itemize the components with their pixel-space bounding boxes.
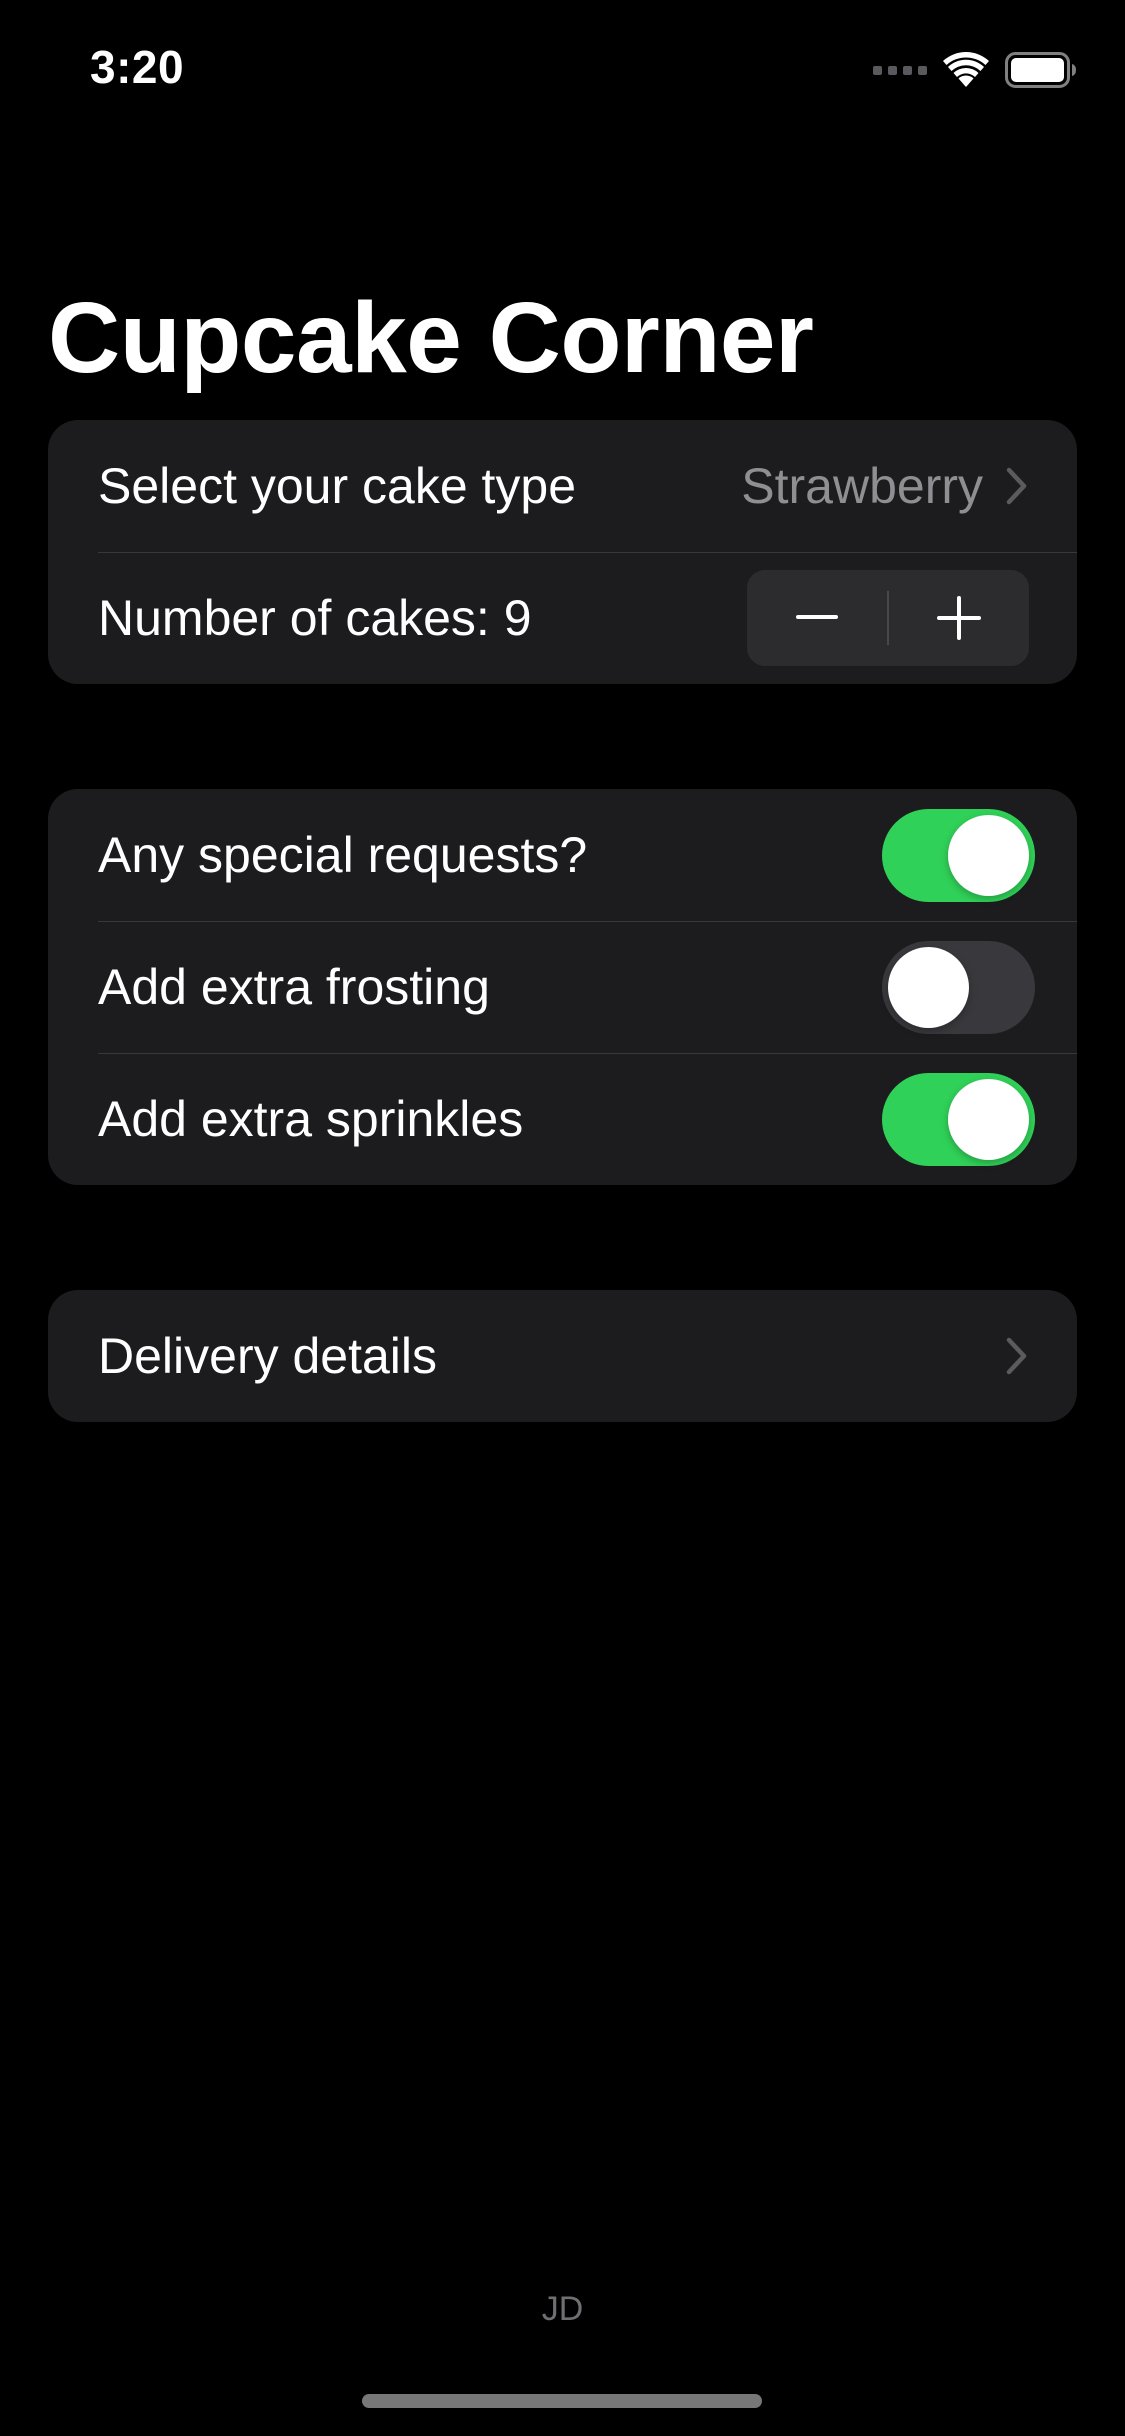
plus-icon [937, 596, 981, 640]
status-bar: 3:20 [0, 0, 1125, 140]
extra-frosting-row: Add extra frosting [48, 921, 1077, 1053]
status-icons [873, 48, 1077, 92]
battery-icon [1005, 52, 1076, 88]
toggle-knob [948, 1078, 1029, 1160]
page-title: Cupcake Corner [48, 282, 814, 394]
quantity-label: Number of cakes: 9 [98, 590, 532, 646]
delivery-details-link[interactable]: Delivery details [48, 1290, 1077, 1422]
minus-icon [796, 615, 838, 619]
special-requests-toggle[interactable] [882, 808, 1035, 902]
increment-button[interactable] [889, 570, 1029, 666]
cake-type-picker-row[interactable]: Select your cake type Strawberry [48, 420, 1077, 552]
extra-frosting-toggle[interactable] [882, 940, 1035, 1034]
extra-frosting-label: Add extra frosting [98, 959, 490, 1015]
quantity-row: Number of cakes: 9 [48, 552, 1077, 684]
delivery-details-label: Delivery details [98, 1328, 438, 1384]
delivery-section: Delivery details [48, 1290, 1077, 1422]
chevron-right-icon [1001, 1333, 1033, 1379]
extra-sprinkles-row: Add extra sprinkles [48, 1053, 1077, 1185]
cake-type-label: Select your cake type [98, 458, 577, 514]
wifi-icon [943, 52, 989, 87]
special-requests-row: Any special requests? [48, 789, 1077, 921]
extra-sprinkles-label: Add extra sprinkles [98, 1091, 524, 1147]
cake-type-value: Strawberry [741, 458, 983, 514]
order-section: Select your cake type Strawberry Number … [48, 420, 1077, 684]
toggle-knob [888, 946, 969, 1028]
extra-sprinkles-toggle[interactable] [882, 1072, 1035, 1166]
special-requests-label: Any special requests? [98, 827, 588, 883]
toggle-knob [948, 814, 1029, 896]
decrement-button[interactable] [747, 570, 887, 666]
home-indicator [362, 2394, 762, 2408]
options-section: Any special requests? Add extra frosting… [48, 789, 1077, 1185]
status-time: 3:20 [90, 41, 185, 93]
chevron-right-icon [1001, 463, 1033, 509]
cellular-signal-icon [873, 65, 927, 75]
quantity-stepper [747, 570, 1029, 666]
footer-initials: JD [541, 2290, 584, 2328]
